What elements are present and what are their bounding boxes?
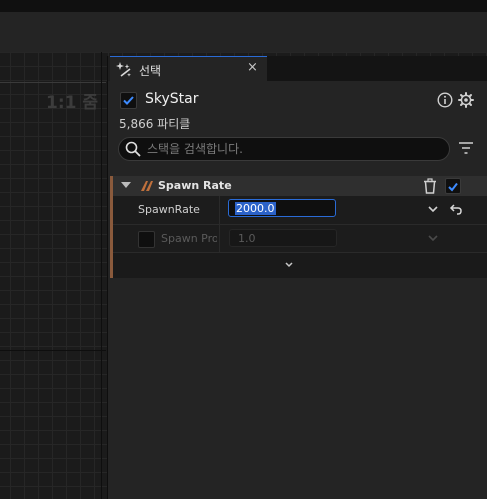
chevron-down-icon[interactable] — [427, 232, 439, 244]
gear-icon[interactable] — [458, 92, 474, 108]
collapse-chevron-icon[interactable] — [121, 182, 131, 188]
chevron-down-icon[interactable] — [427, 203, 439, 215]
column-divider — [219, 196, 220, 224]
property-label: Spawn Pro — [161, 232, 217, 245]
viewport-axis-line — [0, 350, 106, 351]
close-icon[interactable]: × — [247, 60, 258, 75]
selected-value-text: 2000.0 — [235, 202, 276, 215]
particle-count: 5,866 파티클 — [119, 117, 191, 131]
search-box[interactable] — [118, 137, 450, 161]
filter-icon[interactable] — [458, 140, 474, 156]
title-bar — [0, 0, 487, 12]
property-row-spawn-probability: Spawn Pro 1.0 — [113, 225, 487, 253]
panel-body: SkyStar 5,866 파티클 스택을 검색합니다. Spawn Rate … — [108, 81, 487, 499]
spawn-probability-value-input[interactable]: 1.0 — [229, 229, 337, 247]
property-enable-checkbox[interactable] — [138, 231, 155, 248]
advanced-expander[interactable] — [113, 253, 487, 278]
info-icon[interactable] — [437, 92, 453, 108]
search-icon — [125, 141, 141, 157]
module-header[interactable]: Spawn Rate — [113, 176, 487, 196]
checkmark-icon — [448, 182, 458, 192]
tab-selection[interactable]: 선택 × — [110, 56, 267, 82]
module-enabled-checkbox[interactable] — [445, 178, 461, 194]
reset-icon[interactable] — [449, 202, 463, 216]
tab-strip — [267, 56, 487, 81]
module-arrow-icon — [141, 181, 153, 191]
selection-panel: 선택 × SkyStar 5,866 파티클 스택을 검색합니다. Spawn … — [107, 56, 487, 499]
trash-icon[interactable] — [423, 178, 437, 194]
property-label: SpawnRate — [138, 203, 200, 216]
search-input[interactable] — [147, 140, 437, 157]
module-spawn-rate: Spawn Rate SpawnRate 2000.0 Spawn Pro 1.… — [110, 176, 487, 278]
spawnrate-value-input[interactable]: 2000.0 — [228, 199, 336, 217]
sparkle-icon — [116, 62, 131, 77]
viewport-toolbar-divider — [0, 82, 106, 83]
object-enabled-checkbox[interactable] — [120, 92, 137, 109]
property-row-spawnrate: SpawnRate 2000.0 — [113, 196, 487, 225]
module-title: Spawn Rate — [158, 179, 232, 192]
chevron-down-icon[interactable] — [283, 260, 295, 270]
tab-title: 선택 — [139, 64, 162, 78]
column-divider — [219, 225, 220, 252]
toolbar — [0, 12, 487, 52]
checkmark-icon — [123, 96, 134, 105]
zoom-label: 1:1 줌 — [46, 93, 99, 113]
object-name: SkyStar — [145, 91, 199, 107]
viewport-axis-line-vertical — [101, 52, 102, 499]
